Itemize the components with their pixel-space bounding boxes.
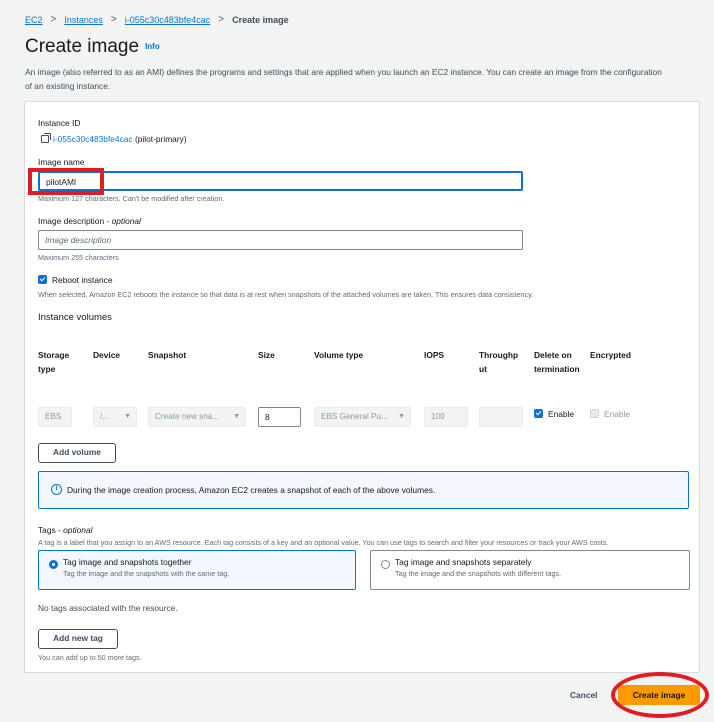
info-circle-icon: i — [51, 484, 62, 495]
storage-type-field: EBS — [38, 407, 72, 427]
volume-type-value: EBS General Pu... — [321, 412, 388, 421]
page-title-text: Create image — [25, 36, 140, 57]
chevron-right-icon: > — [110, 14, 117, 25]
tag-separately-option[interactable]: Tag image and snapshots separately Tag t… — [370, 550, 690, 590]
instance-id-link[interactable]: i-055c30c483bfe4cac — [53, 134, 133, 144]
tags-limit-hint: You can add up to 50 more tags. — [38, 653, 142, 662]
snapshot-value: Create new sna... — [155, 412, 220, 421]
caret-down-icon: ▼ — [233, 413, 240, 420]
image-description-input[interactable]: Image description — [38, 230, 523, 250]
instance-name: (pilot-primary) — [134, 134, 187, 144]
device-select: /... ▼ — [93, 407, 137, 427]
chevron-right-icon: > — [218, 14, 225, 25]
tag-together-option[interactable]: Tag image and snapshots together Tag the… — [38, 550, 356, 590]
radio-unselected-icon[interactable] — [381, 560, 390, 569]
create-image-form: Instance ID i-055c30c483bfe4cac (pilot-p… — [24, 101, 700, 673]
instance-id-value: i-055c30c483bfe4cac (pilot-primary) — [41, 133, 187, 144]
optional-label: optional — [111, 216, 141, 226]
delete-on-termination-label: Enable — [548, 409, 575, 419]
cancel-button[interactable]: Cancel — [570, 690, 597, 700]
chevron-right-icon: > — [50, 14, 57, 25]
tag-together-desc: Tag the image and the snapshots with the… — [63, 569, 230, 578]
radio-selected-icon[interactable] — [49, 560, 58, 569]
instance-id-label: Instance ID — [38, 118, 81, 128]
optional-label: optional — [63, 525, 93, 535]
checkbox-disabled-icon — [590, 409, 599, 418]
tags-title: Tags - optional — [38, 525, 92, 535]
image-name-label: Image name — [38, 157, 85, 167]
volume-snapshot-info: i During the image creation process, Ama… — [38, 471, 689, 509]
volume-type-select: EBS General Pu... ▼ — [314, 407, 411, 427]
image-name-input[interactable]: pilotAMI — [38, 171, 523, 191]
checkbox-checked-icon[interactable] — [534, 409, 543, 418]
col-size: Size — [258, 350, 275, 360]
breadcrumb-instance-id[interactable]: i-055c30c483bfe4cac — [125, 15, 211, 25]
size-input[interactable]: 8 — [258, 407, 301, 427]
checkbox-checked-icon[interactable] — [38, 275, 47, 284]
breadcrumb-current: Create image — [232, 14, 289, 25]
encrypted-checkbox: Enable — [590, 409, 630, 419]
add-volume-button[interactable]: Add volume — [38, 443, 116, 463]
page-description: An image (also referred to as an AMI) de… — [25, 67, 662, 91]
device-value: /... — [100, 412, 110, 421]
breadcrumb-ec2[interactable]: EC2 — [25, 15, 43, 25]
col-snapshot: Snapshot — [148, 350, 187, 360]
volume-snapshot-info-text: During the image creation process, Amazo… — [67, 485, 436, 495]
throughput-input — [479, 407, 523, 427]
col-device: Device — [93, 350, 121, 360]
col-storage-type: Storage type — [38, 350, 70, 374]
col-delete-on-termination: Delete on termination — [534, 350, 580, 374]
add-new-tag-button[interactable]: Add new tag — [38, 629, 118, 649]
storage-type-value: EBS — [45, 412, 62, 421]
col-throughput: Throughput — [479, 350, 519, 374]
breadcrumb-instances[interactable]: Instances — [64, 15, 103, 25]
reboot-instance-checkbox[interactable]: Reboot instance — [38, 275, 113, 285]
copy-icon[interactable] — [41, 133, 51, 143]
col-volume-type: Volume type — [314, 350, 364, 360]
no-tags-message: No tags associated with the resource. — [38, 603, 178, 613]
image-name-hint: Maximum 127 characters. Can't be modifie… — [38, 194, 225, 203]
iops-input: 100 — [424, 407, 468, 427]
reboot-instance-label: Reboot instance — [52, 275, 113, 285]
tag-separately-desc: Tag the image and the snapshots with dif… — [395, 569, 562, 578]
image-description-hint: Maximum 255 characters — [38, 253, 119, 262]
caret-down-icon: ▼ — [124, 413, 131, 420]
delete-on-termination-checkbox[interactable]: Enable — [534, 409, 574, 419]
reboot-instance-hint: When selected, Amazon EC2 reboots the in… — [38, 290, 534, 299]
snapshot-select: Create new sna... ▼ — [148, 407, 246, 427]
col-iops: IOPS — [424, 350, 445, 360]
breadcrumb: EC2 > Instances > i-055c30c483bfe4cac > … — [25, 14, 289, 25]
page-title: Create image Info — [25, 36, 160, 58]
tags-description: A tag is a label that you assign to an A… — [38, 538, 609, 547]
image-description-label-text: Image description - — [38, 216, 112, 226]
info-link[interactable]: Info — [145, 42, 160, 51]
annotation-ellipse — [611, 672, 709, 718]
caret-down-icon: ▼ — [398, 413, 405, 420]
tags-title-text: Tags - — [38, 525, 64, 535]
annotation-box — [28, 168, 104, 195]
tag-together-title: Tag image and snapshots together — [63, 557, 192, 567]
tag-separately-title: Tag image and snapshots separately — [395, 557, 532, 567]
encrypted-label: Enable — [604, 409, 631, 419]
col-encrypted: Encrypted — [590, 350, 631, 360]
instance-volumes-title: Instance volumes — [38, 312, 112, 323]
image-description-label: Image description - optional — [38, 216, 141, 226]
